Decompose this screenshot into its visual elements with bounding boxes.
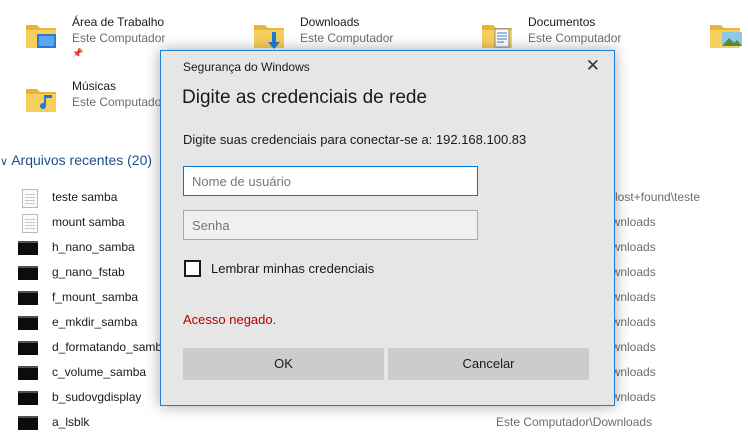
close-icon[interactable]: ✕ bbox=[586, 55, 600, 77]
tile-location: Este Computador bbox=[528, 31, 622, 45]
chevron-down-icon: ∨ bbox=[0, 156, 9, 168]
remember-checkbox[interactable] bbox=[184, 260, 201, 277]
documents-folder-icon bbox=[482, 25, 512, 48]
terminal-image-icon bbox=[18, 239, 40, 255]
file-name: mount samba bbox=[52, 215, 125, 229]
file-name: d_formatando_samb bbox=[52, 340, 163, 354]
terminal-image-icon bbox=[18, 264, 40, 280]
tile-name: Músicas bbox=[72, 79, 117, 93]
list-item[interactable]: a_lsblk Este Computador\Downloads bbox=[0, 410, 748, 435]
file-name: g_nano_fstab bbox=[52, 265, 125, 279]
tile-location: Este Computador bbox=[72, 95, 166, 109]
tile-location: Este Computador bbox=[300, 31, 394, 45]
error-message: Acesso negado. bbox=[183, 312, 277, 327]
file-name: h_nano_samba bbox=[52, 240, 135, 254]
terminal-image-icon bbox=[18, 289, 40, 305]
pictures-folder-icon bbox=[710, 25, 742, 48]
text-file-icon bbox=[18, 189, 40, 208]
file-path: a\lost+found\teste bbox=[605, 190, 701, 204]
downloads-folder-icon bbox=[254, 25, 284, 49]
dialog-message: Digite suas credenciais para conectar-se… bbox=[183, 132, 527, 147]
file-name: f_mount_samba bbox=[52, 290, 139, 304]
tile-location: Este Computador bbox=[72, 31, 166, 45]
file-name: b_sudovgdisplay bbox=[52, 390, 142, 404]
dialog-window-title: Segurança do Windows bbox=[183, 60, 310, 74]
terminal-image-icon bbox=[18, 364, 40, 380]
password-input[interactable] bbox=[183, 210, 478, 240]
remember-label[interactable]: Lembrar minhas credenciais bbox=[211, 261, 374, 276]
credentials-dialog: Segurança do Windows ✕ Digite as credenc… bbox=[160, 50, 615, 406]
music-folder-icon bbox=[26, 89, 56, 112]
desktop-folder-icon bbox=[26, 25, 56, 48]
dialog-heading: Digite as credenciais de rede bbox=[182, 87, 428, 108]
tile-name: Downloads bbox=[300, 15, 360, 29]
file-path: Este Computador\Downloads bbox=[496, 415, 653, 429]
terminal-image-icon bbox=[18, 339, 40, 355]
username-input[interactable] bbox=[183, 166, 478, 196]
file-name: teste samba bbox=[52, 190, 118, 204]
pin-icon: 📌 bbox=[72, 48, 84, 58]
ok-button[interactable]: OK bbox=[183, 348, 384, 380]
terminal-image-icon bbox=[18, 314, 40, 330]
terminal-image-icon bbox=[18, 389, 40, 405]
tile-name: Área de Trabalho bbox=[72, 15, 165, 29]
tile-name: Documentos bbox=[528, 15, 596, 29]
terminal-image-icon bbox=[18, 414, 40, 430]
recent-files-header[interactable]: ∨ Arquivos recentes (20) bbox=[0, 152, 152, 168]
file-name: a_lsblk bbox=[52, 415, 90, 429]
text-file-icon bbox=[18, 214, 40, 233]
file-name: c_volume_samba bbox=[52, 365, 147, 379]
quick-access-pictures[interactable] bbox=[708, 14, 748, 66]
file-name: e_mkdir_samba bbox=[52, 315, 138, 329]
cancel-button[interactable]: Cancelar bbox=[388, 348, 589, 380]
